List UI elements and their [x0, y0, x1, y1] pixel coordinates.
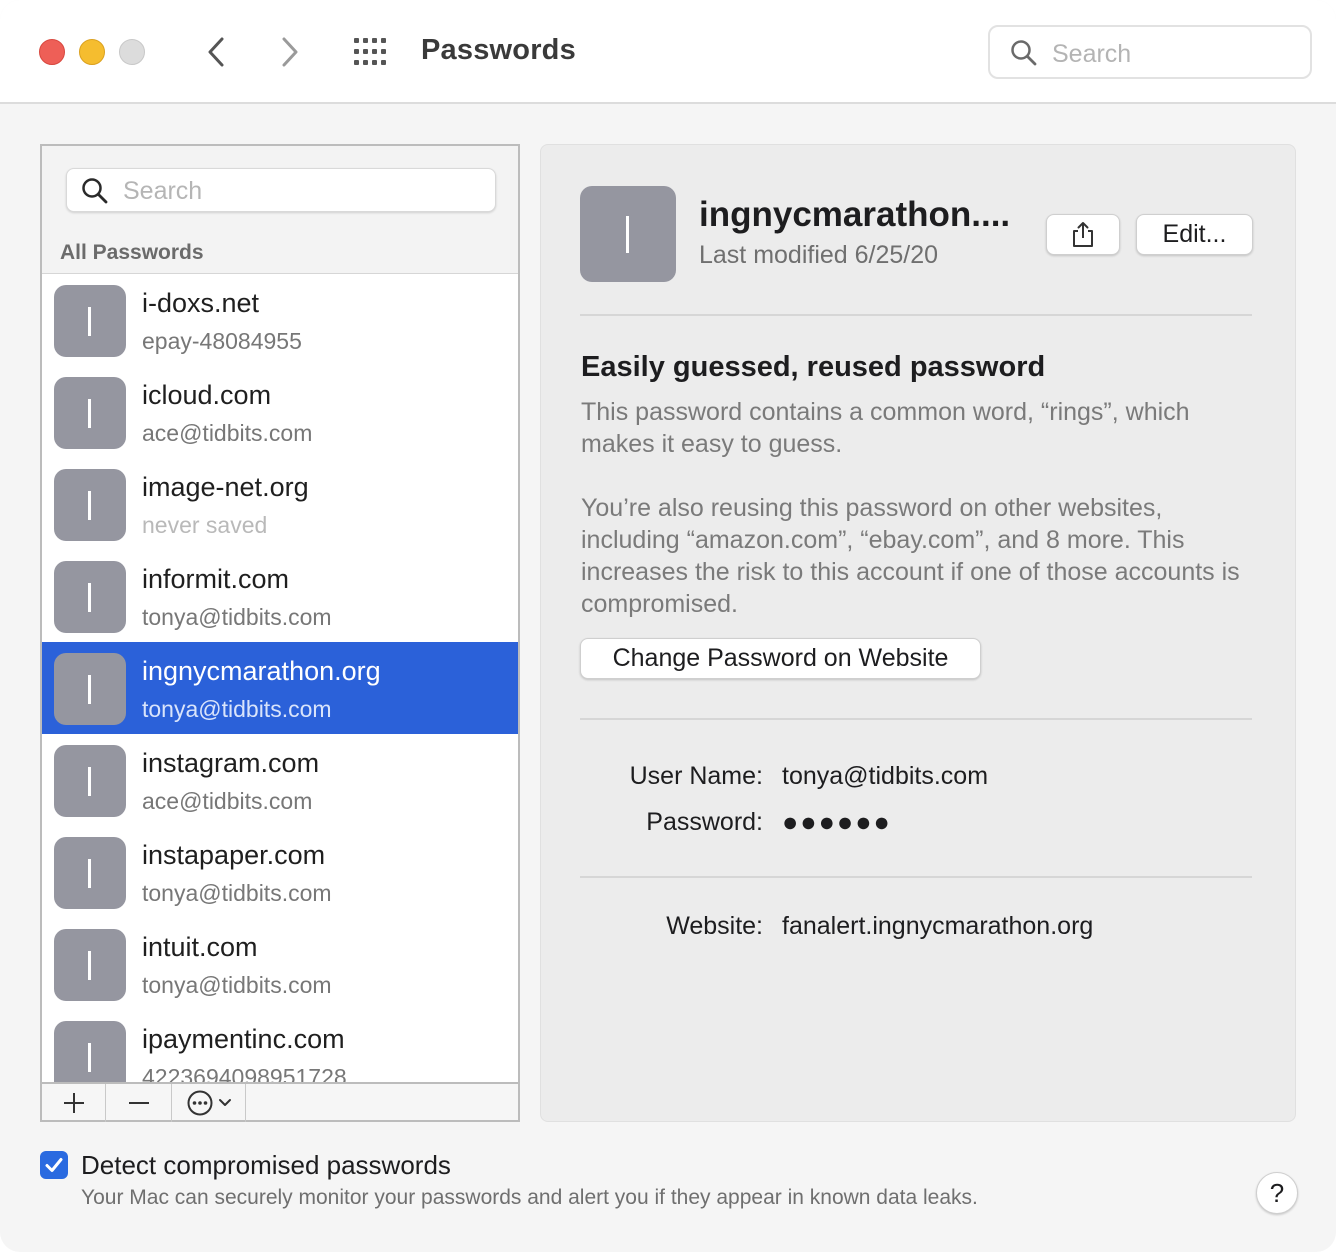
list-item[interactable]: icloud.com ace@tidbits.com: [42, 366, 518, 458]
username-label: User Name:: [629, 762, 763, 790]
more-actions-menu-button[interactable]: [172, 1084, 246, 1122]
divider: [580, 876, 1252, 878]
password-detail-panel: ingnycmarathon.... Last modified 6/25/20…: [540, 144, 1296, 1122]
list-item[interactable]: intuit.com tonya@tidbits.com: [42, 918, 518, 1010]
site-avatar: [54, 469, 126, 541]
ellipsis-circle-icon: [187, 1090, 212, 1116]
share-button[interactable]: [1046, 214, 1120, 255]
list-item-user: ace@tidbits.com: [142, 788, 313, 814]
list-item-site: intuit.com: [142, 932, 258, 962]
list-item-user: never saved: [142, 512, 268, 538]
divider: [580, 718, 1252, 720]
website-value[interactable]: fanalert.ingnycmarathon.org: [782, 912, 1093, 941]
title-bar: Passwords Search: [0, 0, 1336, 104]
list-item-site: ipaymentinc.com: [142, 1024, 345, 1054]
list-item[interactable]: ipaymentinc.com 4223694098951728: [42, 1010, 518, 1082]
list-item-selected[interactable]: ingnycmarathon.org tonya@tidbits.com: [42, 642, 518, 734]
detail-site-title: ingnycmarathon....: [699, 195, 1011, 234]
password-search-placeholder: Search: [123, 177, 203, 205]
remove-password-button[interactable]: [106, 1084, 172, 1122]
change-password-button[interactable]: Change Password on Website: [580, 638, 981, 679]
show-all-grid-button[interactable]: [352, 36, 392, 68]
warning-reuse-text: You’re also reusing this password on oth…: [581, 494, 1240, 618]
list-item[interactable]: i-doxs.net epay-48084955: [42, 274, 518, 366]
forward-button[interactable]: [270, 30, 310, 74]
list-item-site: i-doxs.net: [142, 288, 260, 318]
add-password-button[interactable]: [42, 1084, 106, 1122]
minimize-window-button[interactable]: [79, 39, 105, 65]
list-item[interactable]: instapaper.com tonya@tidbits.com: [42, 826, 518, 918]
toolbar-search-placeholder: Search: [1052, 40, 1132, 68]
detect-compromised-checkbox[interactable]: [40, 1151, 68, 1179]
detect-compromised-description: Your Mac can securely monitor your passw…: [81, 1186, 978, 1209]
list-item-user: 4223694098951728: [142, 1064, 347, 1082]
site-avatar: [54, 285, 126, 357]
site-avatar: [54, 561, 126, 633]
search-icon: [81, 177, 109, 210]
password-value[interactable]: ●●●●●●: [782, 807, 892, 838]
username-value[interactable]: tonya@tidbits.com: [782, 762, 988, 791]
site-avatar: [54, 377, 126, 449]
list-item-user: ace@tidbits.com: [142, 420, 313, 446]
edit-button[interactable]: Edit...: [1136, 214, 1253, 255]
list-item-user: epay-48084955: [142, 328, 302, 354]
list-header: Search All Passwords: [42, 146, 518, 274]
search-icon: [1010, 39, 1038, 72]
warning-common-word-text: This password contains a common word, “r…: [581, 398, 1190, 458]
site-avatar: [54, 653, 126, 725]
list-item-user: tonya@tidbits.com: [142, 696, 332, 722]
share-icon: [1073, 221, 1093, 247]
detail-site-avatar: [580, 186, 676, 282]
divider: [580, 314, 1252, 316]
site-avatar: [54, 745, 126, 817]
password-list-panel: Search All Passwords i-doxs.net epay-480…: [40, 144, 520, 1122]
window-title: Passwords: [421, 34, 576, 66]
list-item-site: informit.com: [142, 564, 290, 594]
password-label: Password:: [646, 808, 763, 836]
list-item[interactable]: informit.com tonya@tidbits.com: [42, 550, 518, 642]
checkmark-icon: [45, 1158, 63, 1172]
chevron-left-icon: [208, 37, 224, 67]
close-window-button[interactable]: [39, 39, 65, 65]
warning-title: Easily guessed, reused password: [581, 351, 1046, 383]
zoom-window-button[interactable]: [119, 39, 145, 65]
passwords-window: Passwords Search Search All Passwords i-…: [0, 0, 1336, 1252]
detect-compromised-label[interactable]: Detect compromised passwords: [81, 1150, 451, 1181]
list-item[interactable]: image-net.org never saved: [42, 458, 518, 550]
list-footer-toolbar: [42, 1082, 518, 1122]
list-item-user: tonya@tidbits.com: [142, 972, 332, 998]
list-item-site: image-net.org: [142, 472, 309, 502]
section-label: All Passwords: [60, 241, 204, 264]
list-item-site: instapaper.com: [142, 840, 326, 870]
list-item[interactable]: instagram.com ace@tidbits.com: [42, 734, 518, 826]
toolbar-search-field[interactable]: Search: [988, 25, 1312, 79]
site-avatar: [54, 1021, 126, 1082]
site-avatar: [54, 837, 126, 909]
chevron-down-icon: [218, 1099, 231, 1106]
plus-icon: [63, 1093, 84, 1113]
grid-icon: [354, 38, 386, 65]
list-item-site: ingnycmarathon.org: [142, 656, 381, 686]
password-search-field[interactable]: Search: [66, 168, 496, 212]
list-item-site: icloud.com: [142, 380, 272, 410]
detail-last-modified: Last modified 6/25/20: [699, 241, 939, 269]
list-item-site: instagram.com: [142, 748, 320, 778]
minus-icon: [128, 1102, 149, 1104]
website-label: Website:: [666, 912, 763, 940]
chevron-right-icon: [282, 37, 298, 67]
password-list[interactable]: i-doxs.net epay-48084955 icloud.com ace@…: [42, 274, 518, 1082]
back-button[interactable]: [196, 30, 236, 74]
help-button[interactable]: ?: [1256, 1172, 1298, 1214]
list-item-user: tonya@tidbits.com: [142, 880, 332, 906]
list-item-user: tonya@tidbits.com: [142, 604, 332, 630]
site-avatar: [54, 929, 126, 1001]
